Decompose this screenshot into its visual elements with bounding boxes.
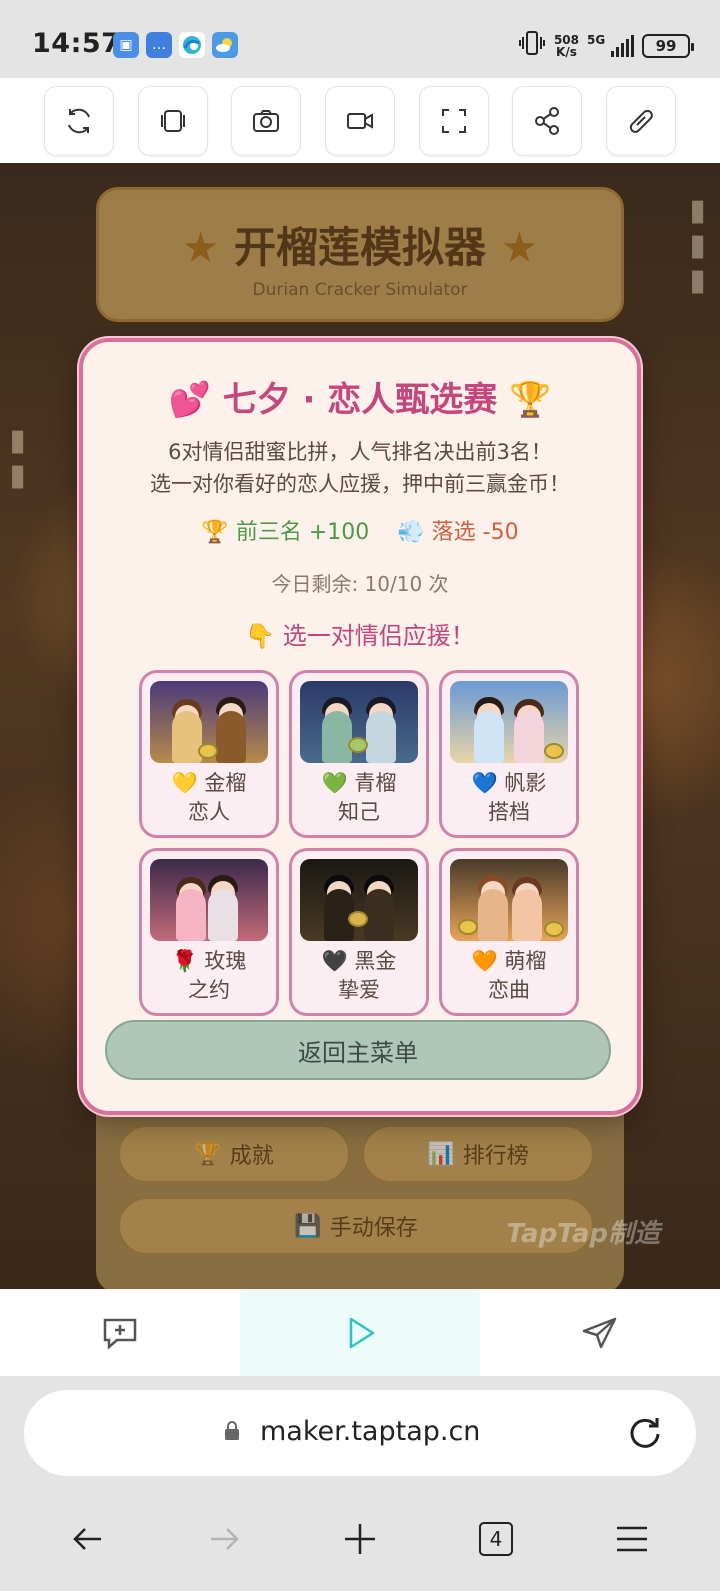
frames-icon	[160, 110, 185, 132]
fullscreen-icon	[441, 109, 466, 133]
send-icon	[582, 1317, 617, 1348]
couple-name: 💙 帆影 搭档	[471, 771, 547, 824]
record-button[interactable]	[324, 86, 395, 156]
battery-icon: 99	[642, 33, 694, 58]
address-bar[interactable]: maker.taptap.cn	[24, 1390, 696, 1476]
orange-heart-icon: 🧡	[471, 949, 498, 973]
dash-wind-icon: 💨	[397, 520, 425, 545]
video-icon	[346, 113, 373, 129]
game-toolbar	[0, 78, 720, 163]
win-reward: 前三名 +100	[235, 520, 370, 545]
black-heart-icon: 🖤	[321, 949, 348, 973]
share-button[interactable]	[512, 86, 583, 156]
two-hearts-icon: 💕	[168, 380, 211, 420]
url-text: maker.taptap.cn	[260, 1416, 481, 1447]
green-heart-icon: 💚	[321, 771, 348, 795]
lose-penalty: 落选 -50	[431, 520, 519, 545]
taptap-watermark: TapTap制造	[506, 1219, 660, 1249]
couple-grid: 💛 金榴 恋人 💚 青榴 知己 💙 帆影 搭档 🌹 玫瑰 之约 🖤 黑金 挚爱 …	[139, 670, 579, 1016]
refresh-icon	[68, 108, 90, 134]
couple-card-rose[interactable]: 🌹 玫瑰 之约	[139, 848, 279, 1016]
rose-icon: 🌹	[171, 949, 198, 973]
couple-card-green[interactable]: 💚 青榴 知己	[289, 670, 429, 838]
message-icon: …	[146, 32, 172, 58]
link-icon	[629, 109, 653, 133]
couple-portrait-image	[300, 681, 418, 763]
pointing-down-icon: 👇	[245, 622, 276, 650]
address-bar-area: maker.taptap.cn	[0, 1376, 720, 1486]
play-button[interactable]	[240, 1289, 480, 1376]
signal-indicator: 5G	[587, 33, 634, 57]
frames-button[interactable]	[137, 86, 208, 156]
refresh-button[interactable]	[44, 86, 114, 156]
tab-count: 4	[479, 1521, 513, 1556]
modal-description: 6对情侣甜蜜比拼，人气排名决出前3名！ 选一对你看好的恋人应援，押中前三赢金币！	[150, 440, 570, 496]
arrow-left-icon	[73, 1527, 101, 1550]
couple-card-black-gold[interactable]: 🖤 黑金 挚爱	[289, 848, 429, 1016]
clock: 14:57	[32, 28, 121, 59]
edge-browser-icon	[179, 32, 205, 58]
link-button[interactable]	[605, 86, 676, 156]
new-tab-button[interactable]	[330, 1509, 390, 1569]
couple-card-blue[interactable]: 💙 帆影 搭档	[439, 670, 579, 838]
back-button[interactable]	[58, 1509, 118, 1569]
couple-name: 🖤 黑金 挚爱	[321, 949, 397, 1002]
weather-icon	[212, 32, 238, 58]
game-action-bar	[0, 1289, 720, 1376]
trophy-icon: 🏆	[509, 380, 552, 420]
screenshot-button[interactable]	[231, 86, 302, 156]
couple-name: 🌹 玫瑰 之约	[171, 949, 247, 1002]
couple-name: 🧡 萌榴 恋曲	[471, 949, 547, 1002]
back-to-main-menu-button[interactable]: 返回主菜单	[105, 1020, 611, 1080]
couple-name: 💛 金榴 恋人	[171, 771, 247, 824]
add-comment-icon	[103, 1318, 137, 1350]
remaining-attempts: 今日剩余: 10/10 次	[271, 572, 449, 596]
send-button[interactable]	[480, 1289, 720, 1376]
menu-button[interactable]	[602, 1509, 662, 1569]
modal-title: 💕 七夕 · 恋人甄选赛 🏆	[168, 380, 552, 420]
browser-nav-bar: 4	[0, 1486, 720, 1591]
blue-heart-icon: 💙	[471, 771, 498, 795]
lock-icon	[225, 1421, 239, 1440]
hamburger-menu-icon	[617, 1526, 647, 1551]
couple-portrait-image	[450, 681, 568, 763]
vibrate-icon	[518, 30, 546, 61]
yellow-heart-icon: 💛	[171, 771, 198, 795]
couple-portrait-image	[150, 859, 268, 941]
couple-portrait-image	[300, 859, 418, 941]
plus-icon	[345, 1523, 375, 1554]
play-icon	[349, 1317, 375, 1348]
status-bar: 14:57 ▣ … 508 K/s 5G 99	[0, 0, 720, 78]
camera-icon	[253, 110, 280, 132]
couple-portrait-image	[150, 681, 268, 763]
fullscreen-button[interactable]	[418, 86, 489, 156]
reward-rules: 🏆 前三名 +100 💨 落选 -50	[83, 514, 637, 546]
arrow-right-icon	[211, 1527, 239, 1550]
couple-card-golden[interactable]: 💛 金榴 恋人	[139, 670, 279, 838]
couple-portrait-image	[450, 859, 568, 941]
trophy-icon: 🏆	[201, 520, 229, 545]
couple-contest-modal: 💕 七夕 · 恋人甄选赛 🏆 6对情侣甜蜜比拼，人气排名决出前3名！ 选一对你看…	[79, 338, 641, 1115]
couple-name: 💚 青榴 知己	[321, 771, 397, 824]
couple-card-orange[interactable]: 🧡 萌榴 恋曲	[439, 848, 579, 1016]
forward-button[interactable]	[194, 1509, 254, 1569]
share-icon	[535, 107, 560, 135]
reload-button[interactable]	[624, 1413, 664, 1453]
select-prompt: 👇 选一对情侣应援！	[245, 622, 475, 650]
app-notification-icon: ▣	[113, 32, 139, 58]
notification-icons: ▣ …	[113, 32, 238, 58]
tabs-button[interactable]: 4	[466, 1509, 526, 1569]
comment-button[interactable]	[0, 1289, 240, 1376]
net-speed: 508 K/s	[553, 32, 579, 59]
